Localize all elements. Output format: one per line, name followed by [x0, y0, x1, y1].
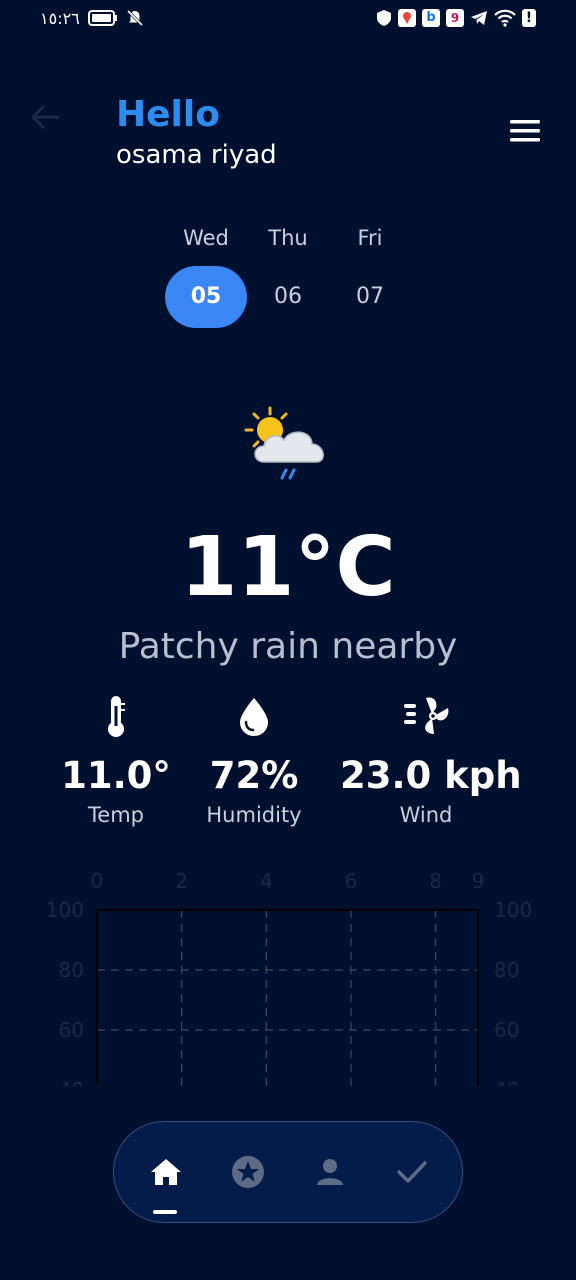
nav-tasks[interactable] — [387, 1147, 437, 1197]
chart-x-tick-label: 4 — [260, 869, 273, 893]
weather-chart: 0 2 4 6 8 9 100 100 80 80 60 60 40 40 — [0, 862, 576, 1086]
nav-profile[interactable] — [305, 1147, 355, 1197]
temperature-readout: 11°C — [180, 520, 396, 615]
thermometer-icon — [60, 692, 172, 740]
day-item[interactable]: Thu 06 — [247, 222, 329, 328]
day-number: 06 — [274, 284, 302, 309]
nav-active-indicator — [153, 1210, 177, 1214]
day-number: 05 — [165, 266, 247, 328]
menu-button[interactable] — [508, 118, 542, 144]
user-name: osama riyad — [116, 140, 277, 170]
bing-app-icon: b — [422, 9, 440, 27]
chart-y-tick-label-left: 100 — [46, 898, 84, 922]
day-item[interactable]: Wed 05 — [165, 222, 247, 328]
star-badge-icon — [232, 1156, 264, 1188]
status-left: ١٥:٢٦ — [40, 9, 144, 28]
chart-y-tick-label-right: 100 — [494, 898, 532, 922]
wind-label: Wind — [399, 803, 453, 827]
stat-temp: 11.0° Temp — [60, 692, 172, 827]
temp-label: Temp — [88, 803, 144, 827]
shield-icon — [377, 10, 391, 26]
wind-value: 23.0 kph — [340, 754, 522, 797]
stat-wind: 23.0 kph Wind — [340, 692, 522, 827]
header: Hello osama riyad — [0, 80, 576, 190]
chart-x-tick-label: 8 — [429, 869, 442, 893]
day-item[interactable]: Fri 07 — [329, 222, 411, 328]
day-name: Fri — [357, 226, 383, 250]
day-name: Thu — [268, 226, 308, 250]
maps-app-icon — [398, 9, 416, 27]
chart-x-tick-label: 0 — [91, 869, 104, 893]
chart-y-tick-label-left: 80 — [59, 958, 84, 982]
nav-home[interactable] — [141, 1147, 191, 1197]
nav-favorites[interactable] — [223, 1147, 273, 1197]
bell-muted-icon — [126, 9, 143, 27]
battery-icon — [87, 10, 117, 26]
person-icon — [317, 1159, 343, 1185]
app-badge-icon: 9 — [446, 9, 464, 27]
water-drop-icon — [196, 692, 312, 740]
status-time: ١٥:٢٦ — [40, 8, 80, 28]
telegram-icon — [471, 11, 487, 25]
alert-icon: ! — [522, 9, 536, 27]
bottom-nav — [113, 1121, 463, 1223]
day-name: Wed — [183, 226, 229, 250]
chart-y-tick-label-left: 60 — [59, 1018, 84, 1042]
wind-fan-icon — [340, 692, 512, 740]
home-icon — [151, 1159, 181, 1185]
chart-y-tick-label-right: 80 — [494, 958, 519, 982]
chart-x-tick-label: 9 — [472, 869, 485, 893]
checkmark-icon — [397, 1161, 427, 1183]
day-selector: Wed 05 Thu 06 Fri 07 — [165, 222, 411, 332]
hamburger-menu-icon — [510, 120, 540, 142]
chart-y-tick-label-right: 60 — [494, 1018, 519, 1042]
chart-x-tick-label: 6 — [345, 869, 358, 893]
chart-svg: 0 2 4 6 8 9 100 100 80 80 60 60 40 40 — [46, 869, 532, 1086]
chart-x-tick-label: 2 — [175, 869, 188, 893]
wifi-icon — [494, 9, 516, 27]
status-right: b 9 ! — [376, 9, 536, 27]
weather-condition: Patchy rain nearby — [118, 626, 458, 667]
chart-y-tick-label-right: 40 — [494, 1078, 519, 1086]
chart-y-tick-label-left: 40 — [59, 1078, 84, 1086]
stat-humidity: 72% Humidity — [196, 692, 312, 827]
arrow-left-icon — [31, 105, 60, 129]
day-number: 07 — [356, 284, 384, 309]
temp-value: 11.0° — [61, 754, 171, 797]
greeting-title: Hello — [116, 94, 220, 135]
status-bar: ١٥:٢٦ b 9 ! — [0, 0, 576, 36]
back-button[interactable] — [28, 100, 62, 134]
humidity-label: Humidity — [206, 803, 302, 827]
humidity-value: 72% — [209, 754, 299, 797]
partly-cloudy-rain-icon — [238, 400, 338, 496]
